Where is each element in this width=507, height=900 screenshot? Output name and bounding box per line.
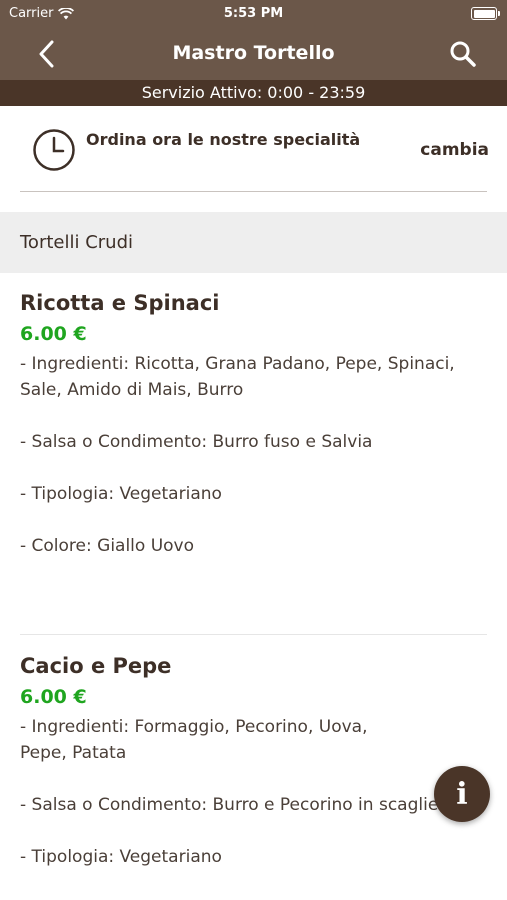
category-header: Tortelli Crudi [0, 212, 507, 273]
product-color: - Colore: Giallo Uovo [20, 536, 195, 556]
product-description: - Ingredienti: Ricotta, Grana Padano, Pe… [20, 351, 487, 559]
product-sauce: - Salsa o Condimento: Burro fuso e Salvi… [20, 432, 373, 452]
search-button[interactable] [445, 36, 481, 72]
product-ingredients: - Ingredienti: Formaggio, Pecorino, Uova… [20, 717, 368, 763]
product-price: 6.00 € [20, 686, 87, 708]
order-time-selector: Ordina ora le nostre specialità cambia [0, 106, 507, 192]
product-type: - Tipologia: Vegetariano [20, 847, 222, 867]
header: Carrier 5:53 PM Mastro Tortello [0, 0, 507, 80]
order-prompt: Ordina ora le nostre specialità [86, 130, 361, 149]
product-item[interactable]: Ricotta e Spinaci 6.00 € - Ingredienti: … [0, 289, 507, 559]
product-name: Cacio e Pepe [20, 654, 172, 678]
status-bar: Carrier 5:53 PM [0, 0, 507, 28]
product-description: - Ingredienti: Formaggio, Pecorino, Uova… [20, 714, 487, 870]
info-button[interactable]: i [434, 766, 490, 822]
battery-icon [471, 7, 500, 20]
service-hours-bar: Servizio Attivo: 0:00 - 23:59 [0, 80, 507, 106]
status-time: 5:53 PM [223, 6, 284, 21]
change-time-button[interactable]: cambia [420, 140, 489, 160]
product-name: Ricotta e Spinaci [20, 291, 220, 315]
product-ingredients: - Ingredienti: Ricotta, Grana Padano, Pe… [20, 354, 455, 400]
product-price: 6.00 € [20, 323, 87, 345]
category-title: Tortelli Crudi [20, 232, 134, 253]
search-icon [450, 41, 476, 67]
divider [20, 634, 487, 635]
product-sauce: - Salsa o Condimento: Burro e Pecorino i… [20, 795, 439, 815]
clock-icon [33, 129, 75, 171]
info-icon: i [456, 776, 468, 812]
product-type: - Tipologia: Vegetariano [20, 484, 222, 504]
page-title: Mastro Tortello [172, 42, 335, 64]
nav-bar: Mastro Tortello [0, 28, 507, 80]
product-item[interactable]: Cacio e Pepe 6.00 € - Ingredienti: Forma… [0, 652, 507, 870]
divider [20, 191, 487, 192]
